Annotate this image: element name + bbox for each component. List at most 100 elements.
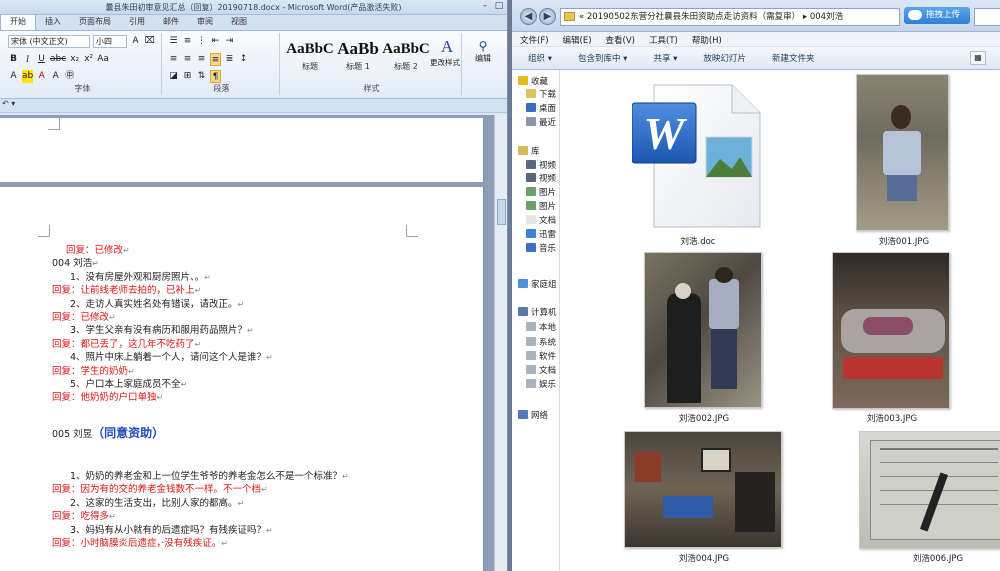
share-button[interactable]: 共享 ▾	[637, 52, 687, 64]
include-in-library-button[interactable]: 包含到库中 ▾	[562, 52, 637, 64]
nav-item[interactable]: 下载	[526, 87, 556, 100]
highlight-icon[interactable]: ab	[22, 70, 34, 83]
file-item-photo-006[interactable]	[859, 431, 1000, 549]
styles-group-label: 样式	[363, 84, 380, 93]
change-case-icon[interactable]: Aa	[97, 53, 109, 66]
organize-button[interactable]: 组织 ▾	[512, 52, 562, 64]
nav-item[interactable]: 家庭组	[518, 277, 557, 290]
file-item-doc[interactable]: W	[631, 79, 764, 229]
file-item-photo-001[interactable]	[856, 74, 949, 231]
font-size-select[interactable]: 小四	[93, 35, 127, 48]
nav-item[interactable]: 网络	[518, 408, 548, 421]
align-left-icon[interactable]: ≡	[168, 53, 179, 66]
style-heading-1[interactable]: AaBb 标题 1	[334, 37, 382, 77]
enclose-char-icon[interactable]: ㊥	[64, 70, 75, 83]
tab-references[interactable]: 引用	[120, 14, 154, 30]
new-folder-button[interactable]: 新建文件夹	[756, 52, 825, 64]
nav-item[interactable]: 文档	[526, 363, 556, 376]
menu-help[interactable]: 帮助(H)	[684, 32, 728, 46]
nav-item[interactable]: 软件	[526, 349, 556, 362]
nav-item[interactable]: 视频	[526, 158, 556, 171]
file-item-photo-004[interactable]	[624, 431, 782, 548]
file-item-photo-003[interactable]	[832, 252, 950, 409]
font-name-select[interactable]: 宋体 (中文正文)	[8, 35, 90, 48]
nav-item[interactable]: 本地	[526, 320, 556, 333]
minimize-icon[interactable]: –	[479, 1, 491, 12]
font-color-icon[interactable]: A	[36, 70, 47, 83]
bold-icon[interactable]: B	[8, 53, 19, 66]
quick-access-toolbar: ↶ ▾	[0, 99, 507, 113]
underline-icon[interactable]: U	[36, 53, 47, 66]
back-button[interactable]: ◀	[520, 8, 537, 25]
reply-line: 回复：都已丢了，这几年不吃药了↵	[52, 339, 201, 351]
customize-qat-icon[interactable]: ▾	[11, 99, 15, 108]
nav-item[interactable]: 收藏	[518, 74, 548, 87]
nav-item[interactable]: 音乐	[526, 241, 556, 254]
strikethrough-icon[interactable]: abc	[50, 53, 66, 66]
align-center-icon[interactable]: ≡	[182, 53, 193, 66]
nav-item[interactable]: 视频	[526, 171, 556, 184]
tab-view[interactable]: 视图	[222, 14, 256, 30]
increase-indent-icon[interactable]: ⇥	[224, 35, 235, 48]
question-line: 2、这家的生活支出，比别人家的都高。↵	[70, 498, 244, 510]
vertical-scrollbar[interactable]	[494, 115, 507, 571]
line-spacing-icon[interactable]: ↕	[238, 53, 249, 66]
nav-item[interactable]: 文档	[526, 213, 556, 226]
nav-item[interactable]: 迅雷	[526, 227, 556, 240]
nav-item[interactable]: 图片	[526, 185, 556, 198]
tab-insert[interactable]: 插入	[36, 14, 70, 30]
show-marks-icon[interactable]: ¶	[210, 70, 221, 83]
numbering-icon[interactable]: ≡	[182, 35, 193, 48]
decrease-indent-icon[interactable]: ⇤	[210, 35, 221, 48]
tab-home[interactable]: 开始	[0, 13, 36, 30]
align-right-icon[interactable]: ≡	[196, 53, 207, 66]
shading-icon[interactable]: ◪	[168, 70, 179, 83]
menu-edit[interactable]: 编辑(E)	[555, 32, 598, 46]
justify-icon[interactable]: ≡	[210, 53, 221, 66]
search-input[interactable]	[974, 8, 1000, 26]
menu-file[interactable]: 文件(F)	[512, 32, 555, 46]
tab-page-layout[interactable]: 页面布局	[70, 14, 120, 30]
bullets-icon[interactable]: ☰	[168, 35, 179, 48]
forward-button[interactable]: ▶	[539, 8, 556, 25]
maximize-icon[interactable]: □	[493, 1, 505, 12]
ribbon-tabs: 开始 插入 页面布局 引用 邮件 审阅 视图	[0, 13, 507, 31]
undo-icon[interactable]: ↶	[2, 99, 9, 108]
change-styles-button[interactable]: A 更改样式	[430, 37, 460, 68]
scrollbar-thumb[interactable]	[497, 199, 506, 225]
edit-button[interactable]: ⚲ 编辑	[472, 39, 494, 64]
upload-button[interactable]: 拖拽上传	[904, 7, 970, 24]
menu-tools[interactable]: 工具(T)	[641, 32, 684, 46]
borders-icon[interactable]: ⊞	[182, 70, 193, 83]
clear-format-icon[interactable]: ⌧	[144, 35, 155, 48]
nav-item[interactable]: 库	[518, 144, 540, 157]
nav-item[interactable]: 桌面	[526, 101, 556, 114]
style-title[interactable]: AaBbC 标题	[286, 37, 334, 77]
superscript-icon[interactable]: x²	[83, 53, 94, 66]
address-bar-area: ◀ ▶ « 20190502东营分社曩县朱田资助点走访资料（需复审） ▸ 004…	[512, 0, 1000, 32]
nav-item-label: 系统	[539, 337, 557, 348]
grow-font-icon[interactable]: A	[130, 35, 141, 48]
sort-icon[interactable]: ⇅	[196, 70, 207, 83]
text-effect-icon[interactable]: A	[8, 70, 19, 83]
nav-item[interactable]: 最近	[526, 115, 556, 128]
nav-item[interactable]: 系统	[526, 335, 556, 348]
nav-item[interactable]: 计算机	[518, 305, 557, 318]
style-heading-2[interactable]: AaBbC 标题 2	[382, 37, 430, 77]
address-bar[interactable]: « 20190502东营分社曩县朱田资助点走访资料（需复审） ▸ 004刘浩	[560, 8, 900, 26]
tab-review[interactable]: 审阅	[188, 14, 222, 30]
nav-item[interactable]: 图片	[526, 199, 556, 212]
tab-mailings[interactable]: 邮件	[154, 14, 188, 30]
edit-label: 编辑	[475, 54, 491, 63]
page-current[interactable]: 回复：已修改↵ 004 刘浩↵ 1、没有房屋外观和厨房照片、。↵ 回复：让前线老师去拍…	[0, 187, 484, 571]
menu-view[interactable]: 查看(V)	[598, 32, 641, 46]
char-shading-icon[interactable]: A	[50, 70, 61, 83]
distributed-icon[interactable]: ≣	[224, 53, 235, 66]
nav-item[interactable]: 娱乐	[526, 377, 556, 390]
file-item-photo-002[interactable]	[644, 252, 762, 408]
slideshow-button[interactable]: 放映幻灯片	[687, 52, 756, 64]
italic-icon[interactable]: I	[22, 53, 33, 66]
subscript-icon[interactable]: x₂	[69, 53, 80, 66]
view-options-icon[interactable]: ▦	[970, 51, 986, 65]
multilevel-icon[interactable]: ⋮	[196, 35, 207, 48]
